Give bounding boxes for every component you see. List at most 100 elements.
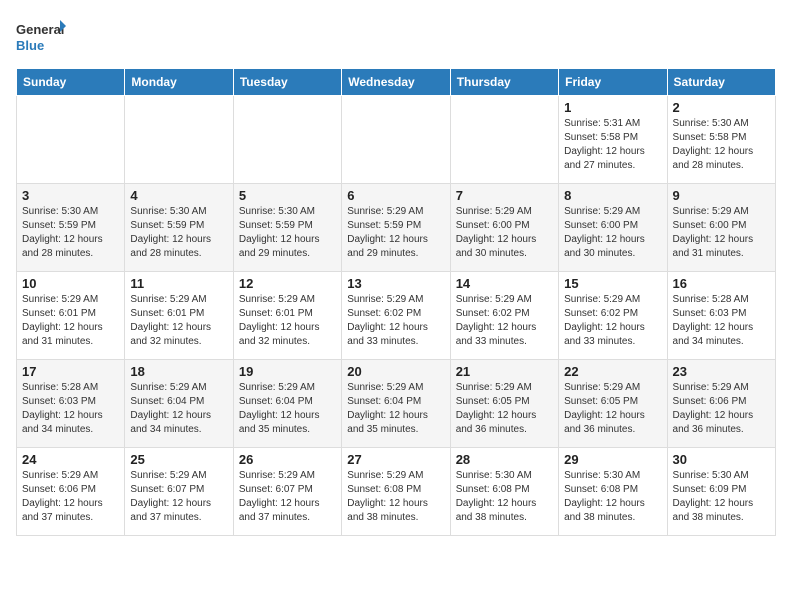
calendar-cell: 16Sunrise: 5:28 AM Sunset: 6:03 PM Dayli… xyxy=(667,272,775,360)
day-number: 11 xyxy=(130,276,227,291)
calendar-cell: 8 Sunrise: 5:29 AM Sunset: 6:00 PM Daylig… xyxy=(559,184,667,272)
day-info: Sunrise: 5:29 AM Sunset: 6:04 PM Dayligh… xyxy=(130,381,227,437)
calendar-cell: 7 Sunrise: 5:29 AM Sunset: 6:00 PM Daylig… xyxy=(450,184,558,272)
day-number: 13 xyxy=(347,276,444,291)
day-number: 23 xyxy=(673,364,770,379)
day-info: Sunrise: 5:30 AM Sunset: 6:08 PM Dayligh… xyxy=(456,469,553,525)
day-info: Sunrise: 5:29 AM Sunset: 6:00 PM Dayligh… xyxy=(456,205,553,261)
day-info: Sunrise: 5:30 AM Sunset: 5:59 PM Dayligh… xyxy=(239,205,336,261)
day-info: Sunrise: 5:29 AM Sunset: 6:04 PM Dayligh… xyxy=(239,381,336,437)
day-number: 24 xyxy=(22,452,119,467)
day-info: Sunrise: 5:29 AM Sunset: 6:07 PM Dayligh… xyxy=(239,469,336,525)
day-info: Sunrise: 5:30 AM Sunset: 6:09 PM Dayligh… xyxy=(673,469,770,525)
calendar-cell: 18Sunrise: 5:29 AM Sunset: 6:04 PM Dayli… xyxy=(125,360,233,448)
day-number: 29 xyxy=(564,452,661,467)
day-info: Sunrise: 5:29 AM Sunset: 6:01 PM Dayligh… xyxy=(22,293,119,349)
calendar-cell: 21 Sunrise: 5:29 AM Sunset: 6:05 PM Dayli… xyxy=(450,360,558,448)
calendar-cell: 4Sunrise: 5:30 AM Sunset: 5:59 PM Daylig… xyxy=(125,184,233,272)
calendar-cell: 14Sunrise: 5:29 AM Sunset: 6:02 PM Dayli… xyxy=(450,272,558,360)
weekday-header-row: SundayMondayTuesdayWednesdayThursdayFrid… xyxy=(17,69,776,96)
day-info: Sunrise: 5:29 AM Sunset: 6:02 PM Dayligh… xyxy=(564,293,661,349)
day-number: 16 xyxy=(673,276,770,291)
calendar-week-5: 24Sunrise: 5:29 AM Sunset: 6:06 PM Dayli… xyxy=(17,448,776,536)
calendar-cell: 12 Sunrise: 5:29 AM Sunset: 6:01 PM Dayli… xyxy=(233,272,341,360)
calendar-week-2: 3 Sunrise: 5:30 AM Sunset: 5:59 PM Daylig… xyxy=(17,184,776,272)
calendar-cell: 25 Sunrise: 5:29 AM Sunset: 6:07 PM Dayli… xyxy=(125,448,233,536)
day-number: 12 xyxy=(239,276,336,291)
calendar-cell xyxy=(17,96,125,184)
calendar-cell: 3 Sunrise: 5:30 AM Sunset: 5:59 PM Daylig… xyxy=(17,184,125,272)
day-info: Sunrise: 5:29 AM Sunset: 6:01 PM Dayligh… xyxy=(130,293,227,349)
day-info: Sunrise: 5:29 AM Sunset: 6:06 PM Dayligh… xyxy=(673,381,770,437)
weekday-header-saturday: Saturday xyxy=(667,69,775,96)
day-number: 30 xyxy=(673,452,770,467)
day-info: Sunrise: 5:29 AM Sunset: 5:59 PM Dayligh… xyxy=(347,205,444,261)
calendar-cell: 28 Sunrise: 5:30 AM Sunset: 6:08 PM Dayli… xyxy=(450,448,558,536)
calendar-cell: 15 Sunrise: 5:29 AM Sunset: 6:02 PM Dayli… xyxy=(559,272,667,360)
day-info: Sunrise: 5:29 AM Sunset: 6:07 PM Dayligh… xyxy=(130,469,227,525)
day-info: Sunrise: 5:29 AM Sunset: 6:05 PM Dayligh… xyxy=(564,381,661,437)
day-info: Sunrise: 5:31 AM Sunset: 5:58 PM Dayligh… xyxy=(564,117,661,173)
day-number: 17 xyxy=(22,364,119,379)
calendar-cell: 9 Sunrise: 5:29 AM Sunset: 6:00 PM Daylig… xyxy=(667,184,775,272)
calendar-cell: 17 Sunrise: 5:28 AM Sunset: 6:03 PM Dayli… xyxy=(17,360,125,448)
day-info: Sunrise: 5:30 AM Sunset: 5:58 PM Dayligh… xyxy=(673,117,770,173)
day-number: 20 xyxy=(347,364,444,379)
calendar-cell: 13 Sunrise: 5:29 AM Sunset: 6:02 PM Dayli… xyxy=(342,272,450,360)
calendar-cell: 27 Sunrise: 5:29 AM Sunset: 6:08 PM Dayli… xyxy=(342,448,450,536)
calendar-cell: 30 Sunrise: 5:30 AM Sunset: 6:09 PM Dayli… xyxy=(667,448,775,536)
calendar-cell: 1 Sunrise: 5:31 AM Sunset: 5:58 PM Daylig… xyxy=(559,96,667,184)
day-number: 21 xyxy=(456,364,553,379)
day-number: 3 xyxy=(22,188,119,203)
day-info: Sunrise: 5:29 AM Sunset: 6:05 PM Dayligh… xyxy=(456,381,553,437)
day-number: 22 xyxy=(564,364,661,379)
day-number: 28 xyxy=(456,452,553,467)
day-number: 25 xyxy=(130,452,227,467)
day-info: Sunrise: 5:30 AM Sunset: 5:59 PM Dayligh… xyxy=(22,205,119,261)
day-number: 26 xyxy=(239,452,336,467)
day-info: Sunrise: 5:30 AM Sunset: 5:59 PM Dayligh… xyxy=(130,205,227,261)
svg-text:Blue: Blue xyxy=(16,38,44,53)
calendar-cell: 22 Sunrise: 5:29 AM Sunset: 6:05 PM Dayli… xyxy=(559,360,667,448)
weekday-header-tuesday: Tuesday xyxy=(233,69,341,96)
day-number: 6 xyxy=(347,188,444,203)
day-info: Sunrise: 5:29 AM Sunset: 6:00 PM Dayligh… xyxy=(673,205,770,261)
day-number: 1 xyxy=(564,100,661,115)
day-number: 15 xyxy=(564,276,661,291)
day-number: 9 xyxy=(673,188,770,203)
weekday-header-sunday: Sunday xyxy=(17,69,125,96)
calendar-cell: 26 Sunrise: 5:29 AM Sunset: 6:07 PM Dayli… xyxy=(233,448,341,536)
weekday-header-monday: Monday xyxy=(125,69,233,96)
calendar-cell: 6 Sunrise: 5:29 AM Sunset: 5:59 PM Daylig… xyxy=(342,184,450,272)
day-info: Sunrise: 5:28 AM Sunset: 6:03 PM Dayligh… xyxy=(22,381,119,437)
calendar-cell: 29 Sunrise: 5:30 AM Sunset: 6:08 PM Dayli… xyxy=(559,448,667,536)
calendar-cell: 2 Sunrise: 5:30 AM Sunset: 5:58 PM Daylig… xyxy=(667,96,775,184)
day-info: Sunrise: 5:29 AM Sunset: 6:02 PM Dayligh… xyxy=(347,293,444,349)
logo-svg: General Blue xyxy=(16,16,66,58)
day-number: 27 xyxy=(347,452,444,467)
calendar-week-3: 10 Sunrise: 5:29 AM Sunset: 6:01 PM Dayli… xyxy=(17,272,776,360)
day-number: 8 xyxy=(564,188,661,203)
day-info: Sunrise: 5:29 AM Sunset: 6:00 PM Dayligh… xyxy=(564,205,661,261)
day-info: Sunrise: 5:29 AM Sunset: 6:01 PM Dayligh… xyxy=(239,293,336,349)
day-info: Sunrise: 5:30 AM Sunset: 6:08 PM Dayligh… xyxy=(564,469,661,525)
svg-text:General: General xyxy=(16,22,64,37)
day-number: 7 xyxy=(456,188,553,203)
calendar-cell xyxy=(450,96,558,184)
day-info: Sunrise: 5:29 AM Sunset: 6:08 PM Dayligh… xyxy=(347,469,444,525)
page-header: General Blue xyxy=(16,16,776,58)
calendar-cell: 23 Sunrise: 5:29 AM Sunset: 6:06 PM Dayli… xyxy=(667,360,775,448)
calendar-cell: 10 Sunrise: 5:29 AM Sunset: 6:01 PM Dayli… xyxy=(17,272,125,360)
calendar-week-1: 1 Sunrise: 5:31 AM Sunset: 5:58 PM Daylig… xyxy=(17,96,776,184)
day-number: 14 xyxy=(456,276,553,291)
calendar-table: SundayMondayTuesdayWednesdayThursdayFrid… xyxy=(16,68,776,536)
calendar-cell: 11 Sunrise: 5:29 AM Sunset: 6:01 PM Dayli… xyxy=(125,272,233,360)
calendar-cell: 20Sunrise: 5:29 AM Sunset: 6:04 PM Dayli… xyxy=(342,360,450,448)
calendar-cell xyxy=(342,96,450,184)
day-number: 10 xyxy=(22,276,119,291)
calendar-cell xyxy=(125,96,233,184)
weekday-header-thursday: Thursday xyxy=(450,69,558,96)
logo: General Blue xyxy=(16,16,66,58)
calendar-cell: 19Sunrise: 5:29 AM Sunset: 6:04 PM Dayli… xyxy=(233,360,341,448)
day-number: 2 xyxy=(673,100,770,115)
